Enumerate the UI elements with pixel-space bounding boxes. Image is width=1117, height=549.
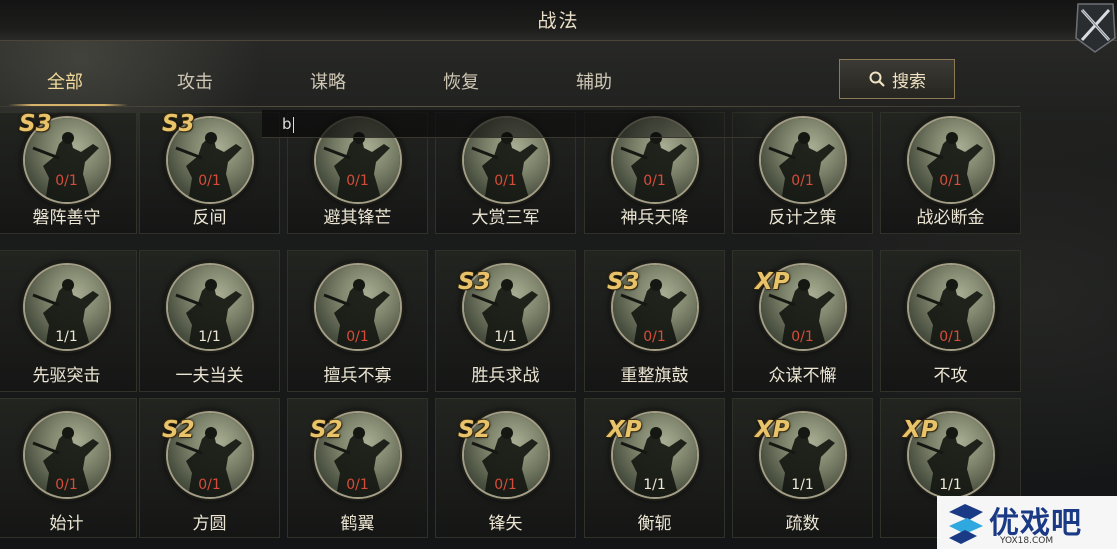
tactic-name: 避其锋芒 bbox=[323, 208, 392, 228]
tactic-count: 0/1 bbox=[346, 329, 369, 345]
tactic-grade-badge: S2 bbox=[310, 417, 343, 443]
tactic-count: 0/1 bbox=[346, 173, 369, 189]
tactic-name: 锋矢 bbox=[488, 514, 523, 534]
tactic-card[interactable]: 1/1 S3 胜兵求战 bbox=[435, 250, 576, 392]
tactic-card[interactable]: 1/1 先驱突击 bbox=[0, 250, 137, 392]
tactic-card[interactable]: 0/1 S2 鹤翼 bbox=[287, 398, 428, 538]
search-input[interactable]: b bbox=[262, 110, 762, 138]
tactic-name: 衡轭 bbox=[637, 514, 672, 534]
tactic-grade-badge: XP bbox=[755, 417, 790, 443]
tactic-name: 疏数 bbox=[785, 514, 820, 534]
tactic-count: 1/1 bbox=[791, 477, 814, 493]
tactic-card[interactable]: 0/1 S3 重整旗鼓 bbox=[584, 250, 725, 392]
tactic-name: 先驱突击 bbox=[32, 366, 101, 386]
tactic-grade-badge: S3 bbox=[19, 111, 52, 137]
tactic-card[interactable]: 0/1 S2 方圆 bbox=[139, 398, 280, 538]
search-label: 搜索 bbox=[892, 71, 926, 92]
tab-all[interactable]: 全部 bbox=[0, 60, 130, 106]
tactic-name: 擅兵不寡 bbox=[323, 366, 392, 386]
tactic-name: 方圆 bbox=[192, 514, 227, 534]
close-icon bbox=[1075, 3, 1116, 53]
tactic-count: 0/1 bbox=[494, 173, 517, 189]
tactic-name: 鹤翼 bbox=[340, 514, 375, 534]
tactic-count: 0/1 bbox=[643, 329, 666, 345]
tab-divider bbox=[0, 106, 1020, 107]
tactic-count: 0/1 bbox=[939, 173, 962, 189]
tactic-count: 0/1 bbox=[494, 477, 517, 493]
tactic-grade-badge: S3 bbox=[607, 269, 640, 295]
tactic-name: 磐阵善守 bbox=[32, 208, 101, 228]
tactic-name: 重整旗鼓 bbox=[620, 366, 689, 386]
tactic-count: 0/1 bbox=[791, 173, 814, 189]
tactic-count: 1/1 bbox=[939, 477, 962, 493]
tactic-card[interactable]: 0/1 战必断金 bbox=[880, 112, 1021, 234]
tactic-name: 神兵天降 bbox=[620, 208, 689, 228]
tactic-card[interactable]: 0/1 擅兵不寡 bbox=[287, 250, 428, 392]
tactic-count: 1/1 bbox=[643, 477, 666, 493]
tactic-grade-badge: XP bbox=[755, 269, 790, 295]
tactic-name: 不攻 bbox=[933, 366, 968, 386]
title-bar: 战法 bbox=[0, 0, 1117, 41]
tactic-name: 反计之策 bbox=[768, 208, 837, 228]
tab-strategy[interactable]: 谋略 bbox=[263, 60, 393, 106]
tactic-portrait bbox=[908, 118, 993, 202]
tab-recovery[interactable]: 恢复 bbox=[396, 60, 526, 106]
search-icon bbox=[869, 71, 885, 87]
tactic-card[interactable]: 0/1 S3 磐阵善守 bbox=[0, 111, 137, 234]
logo-icon bbox=[949, 504, 983, 544]
tactic-count: 0/1 bbox=[198, 173, 221, 189]
tactic-grade-badge: S3 bbox=[162, 111, 195, 137]
tactic-portrait bbox=[760, 118, 845, 202]
tactic-card[interactable]: 0/1 始计 bbox=[0, 398, 137, 538]
tactic-name: 大赏三军 bbox=[471, 208, 540, 228]
tactic-card[interactable]: 0/1 S2 锋矢 bbox=[435, 398, 576, 538]
tactic-name: 一夫当关 bbox=[175, 366, 244, 386]
tactic-grade-badge: XP bbox=[903, 417, 938, 443]
tactic-name: 胜兵求战 bbox=[471, 366, 540, 386]
tactic-grade-badge: S2 bbox=[458, 417, 491, 443]
tactic-count: 0/1 bbox=[791, 329, 814, 345]
watermark: 优戏吧 YOX18.COM bbox=[937, 496, 1117, 549]
watermark-url: YOX18.COM bbox=[1000, 536, 1054, 546]
tactic-grade-badge: S2 bbox=[162, 417, 195, 443]
tactic-count: 0/1 bbox=[939, 329, 962, 345]
tactic-name: 反间 bbox=[192, 208, 227, 228]
tab-attack[interactable]: 攻击 bbox=[130, 60, 260, 106]
tactic-count: 1/1 bbox=[494, 329, 517, 345]
tactic-count: 0/1 bbox=[198, 477, 221, 493]
tactic-card[interactable]: 0/1 S3 反间 bbox=[139, 111, 280, 234]
tab-support[interactable]: 辅助 bbox=[529, 60, 659, 106]
tactic-card[interactable]: 1/1 一夫当关 bbox=[139, 250, 280, 392]
tactic-count: 0/1 bbox=[55, 173, 78, 189]
page-title: 战法 bbox=[537, 10, 580, 32]
text-caret bbox=[292, 116, 294, 133]
tactic-card[interactable]: 0/1 XP 众谋不懈 bbox=[732, 250, 873, 392]
tactic-count: 1/1 bbox=[198, 329, 221, 345]
close-button[interactable] bbox=[1074, 2, 1117, 54]
tactic-count: 0/1 bbox=[346, 477, 369, 493]
tactic-card[interactable]: 1/1 XP 衡轭 bbox=[584, 398, 725, 538]
tactic-count: 0/1 bbox=[643, 173, 666, 189]
search-input-value: b bbox=[282, 115, 292, 133]
tactic-card[interactable]: 0/1 不攻 bbox=[880, 250, 1021, 392]
tactic-grade-badge: S3 bbox=[458, 269, 491, 295]
tactic-card[interactable]: 1/1 XP 疏数 bbox=[732, 398, 873, 538]
tactic-name: 始计 bbox=[49, 514, 84, 534]
tactic-name: 众谋不懈 bbox=[768, 366, 837, 386]
tactic-count: 1/1 bbox=[55, 329, 78, 345]
tactic-count: 0/1 bbox=[55, 477, 78, 493]
tactic-name: 战必断金 bbox=[916, 208, 985, 228]
tactic-grade-badge: XP bbox=[607, 417, 642, 443]
search-button[interactable]: 搜索 bbox=[839, 59, 955, 99]
